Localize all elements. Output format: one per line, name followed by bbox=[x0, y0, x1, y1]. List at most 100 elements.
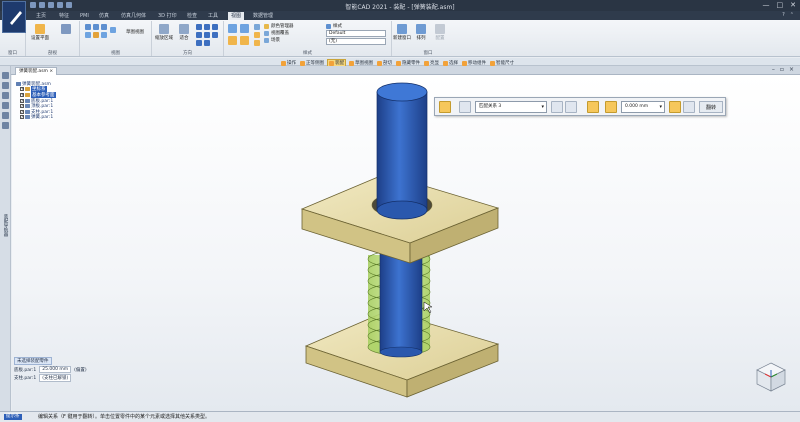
tab-pmi[interactable]: PMI bbox=[77, 12, 92, 20]
expand-icon[interactable]: + bbox=[20, 87, 24, 92]
shaded-edges-icon[interactable] bbox=[240, 24, 249, 33]
named-view-icon[interactable] bbox=[204, 40, 210, 46]
sketch-view-button[interactable]: 草图视图 bbox=[120, 29, 150, 35]
library-icon[interactable] bbox=[2, 92, 9, 99]
wireframe-icon[interactable] bbox=[240, 36, 249, 45]
offset-type-icon[interactable] bbox=[587, 101, 599, 113]
pan-icon[interactable] bbox=[196, 32, 202, 38]
part-select-icon[interactable] bbox=[551, 101, 563, 113]
render-icon[interactable] bbox=[254, 24, 260, 30]
view-left-icon[interactable] bbox=[101, 32, 107, 38]
reflections-icon[interactable] bbox=[254, 40, 260, 46]
style-select[interactable]: Default bbox=[326, 30, 386, 37]
assemble-icon bbox=[329, 60, 334, 66]
spin-icon[interactable] bbox=[204, 24, 210, 30]
expand-icon[interactable]: + bbox=[20, 92, 24, 97]
sketch-icon bbox=[349, 60, 354, 66]
property-row[interactable]: 支柱.par:1 (支柱已解锁) bbox=[14, 374, 87, 382]
assembly-model[interactable] bbox=[280, 80, 540, 410]
flip-button[interactable]: 翻转 bbox=[699, 101, 723, 113]
view-back-icon[interactable] bbox=[93, 32, 99, 38]
view-iso-icon[interactable] bbox=[85, 32, 91, 38]
target-select-icon[interactable] bbox=[565, 101, 577, 113]
tab-inspect[interactable]: 检查 bbox=[184, 12, 200, 20]
minimize-button[interactable]: — bbox=[763, 1, 770, 9]
doc-restore-icon[interactable]: ▫ bbox=[780, 66, 784, 73]
view-cube[interactable] bbox=[754, 360, 788, 394]
property-row[interactable]: 底板.par:1 25.000 mm (偏置) bbox=[14, 366, 87, 373]
command-bar: 操作 正等侧图 装配 草图视图 剖切 隐藏零件 亮显 选择 移动组件 智能尺寸 bbox=[0, 58, 800, 67]
color-manager-row[interactable]: 颜色管理器 bbox=[264, 23, 294, 29]
tab-sim-geometry[interactable]: 仿真几何体 bbox=[118, 12, 149, 20]
scene-row[interactable]: 场景 bbox=[264, 37, 280, 43]
help-icon[interactable]: ? bbox=[782, 12, 785, 18]
assembly-navigator-tab[interactable]: 装配导航器 bbox=[2, 214, 8, 237]
maximize-button[interactable]: □ bbox=[777, 1, 784, 9]
next-view-icon[interactable] bbox=[196, 40, 202, 46]
ribbon: 窗口 设置平面 剖视 草图视图 视图 缩放区域 适合 方向 颜色管理器 视图覆盖… bbox=[0, 20, 800, 57]
tree-row-part[interactable]: ✓ 弹簧.par:1 bbox=[16, 114, 56, 121]
view-right-icon[interactable] bbox=[101, 24, 107, 30]
shaded-icon[interactable] bbox=[228, 24, 237, 33]
cut-icon bbox=[61, 24, 71, 34]
fit-button[interactable]: 适合 bbox=[176, 24, 192, 41]
title-bar: 智能CAD 2021 - 装配 - [弹簧装配.asm] — □ ✕ bbox=[0, 0, 800, 11]
rod[interactable] bbox=[376, 82, 428, 220]
new-window-icon bbox=[397, 24, 407, 34]
tab-view[interactable]: 视图 bbox=[228, 12, 245, 20]
relation-properties: 未选择装配零件 底板.par:1 25.000 mm (偏置) 支柱.par:1… bbox=[14, 357, 87, 382]
ribbon-group-view: 草图视图 视图 bbox=[80, 21, 152, 56]
sensors-icon[interactable] bbox=[2, 112, 9, 119]
arrange-button[interactable]: 排列 bbox=[414, 24, 428, 41]
relations-icon[interactable] bbox=[2, 122, 9, 129]
ribbon-minimize-icon[interactable]: ⌃ bbox=[790, 12, 794, 18]
settings-plane-button[interactable]: 设置平面 bbox=[29, 24, 51, 41]
ribbon-group-style: 颜色管理器 视图覆盖 场景 样式 Default (无) 样式 bbox=[224, 21, 392, 56]
zoom-area-button[interactable]: 缩放区域 bbox=[154, 24, 174, 41]
rotate-icon[interactable] bbox=[196, 24, 202, 30]
layers-icon[interactable] bbox=[2, 82, 9, 89]
flip-orange-icon[interactable] bbox=[669, 101, 681, 113]
offset-value-field[interactable]: 0.000 mm bbox=[621, 101, 665, 113]
zoom-in-icon[interactable] bbox=[204, 32, 210, 38]
view-top-icon[interactable] bbox=[93, 24, 99, 30]
part-icon bbox=[25, 109, 30, 114]
previous-view-icon[interactable] bbox=[212, 32, 218, 38]
shadows-icon[interactable] bbox=[254, 32, 260, 38]
isometric-icon bbox=[300, 60, 305, 66]
view-bottom-icon[interactable] bbox=[110, 27, 116, 33]
close-doc-icon[interactable]: × bbox=[49, 69, 53, 74]
visibility-checkbox[interactable]: ✓ bbox=[20, 98, 24, 103]
style-button[interactable]: 样式 bbox=[326, 23, 342, 29]
tab-home[interactable]: 主页 bbox=[33, 12, 49, 20]
pathfinder-icon[interactable] bbox=[2, 72, 9, 79]
tab-simulation[interactable]: 仿真 bbox=[96, 12, 112, 20]
document-tab[interactable]: 弹簧装配.asm × bbox=[15, 67, 58, 75]
tab-features[interactable]: 特征 bbox=[56, 12, 72, 20]
document-controls: – ▫ × bbox=[772, 66, 794, 73]
doc-close-icon[interactable]: × bbox=[789, 66, 794, 73]
features-icon[interactable] bbox=[2, 102, 9, 109]
fixed-offset-icon[interactable] bbox=[605, 101, 617, 113]
cut-button[interactable] bbox=[55, 24, 77, 35]
tab-data-management[interactable]: 数据管理 bbox=[250, 12, 276, 20]
assembly-icon bbox=[16, 81, 21, 86]
visibility-checkbox[interactable]: ✓ bbox=[20, 115, 24, 120]
flip-blue-icon[interactable] bbox=[683, 101, 695, 113]
close-button[interactable]: ✕ bbox=[790, 1, 796, 9]
visibility-checkbox[interactable]: ✓ bbox=[20, 109, 24, 114]
visible-edges-icon[interactable] bbox=[228, 36, 237, 45]
rod-lower[interactable] bbox=[379, 249, 423, 353]
application-button[interactable] bbox=[2, 1, 26, 33]
look-at-icon[interactable] bbox=[212, 24, 218, 30]
doc-minimize-icon[interactable]: – bbox=[772, 66, 775, 73]
tab-tools[interactable]: 工具 bbox=[205, 12, 221, 20]
view-override-row[interactable]: 视图覆盖 bbox=[264, 30, 289, 36]
scene-icon bbox=[264, 37, 269, 43]
visibility-checkbox[interactable]: ✓ bbox=[20, 104, 24, 109]
config-button[interactable]: 配置 bbox=[430, 24, 450, 41]
view-front-icon[interactable] bbox=[85, 24, 91, 30]
tab-3d-print[interactable]: 3D 打印 bbox=[155, 12, 180, 20]
new-window-button[interactable]: 新建窗口 bbox=[392, 24, 412, 41]
scene-select[interactable]: (无) bbox=[326, 38, 386, 45]
